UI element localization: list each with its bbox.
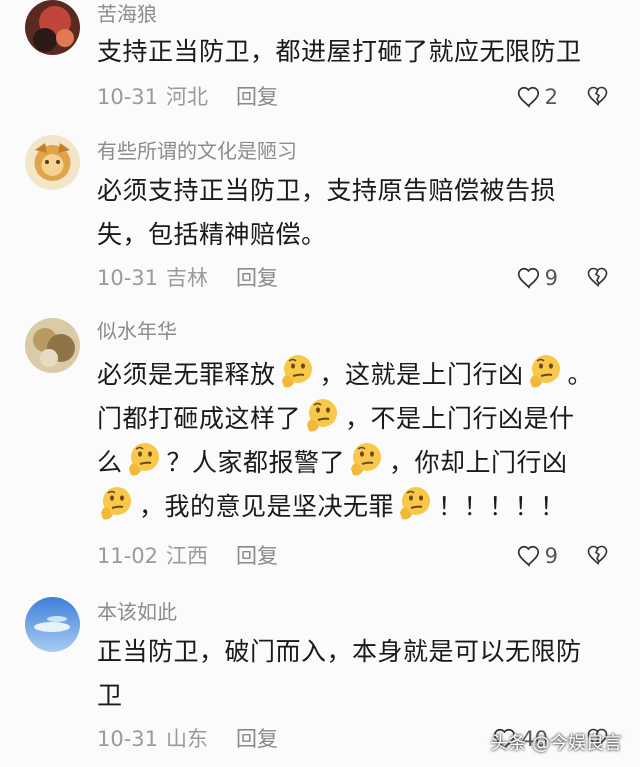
comment-segment: 么 bbox=[97, 448, 123, 477]
thinking-face-emoji-icon bbox=[400, 487, 431, 520]
username[interactable]: 本该如此 bbox=[97, 600, 177, 624]
user-avatar[interactable] bbox=[25, 135, 80, 190]
comment-meta: 10-31 吉林 回复 bbox=[97, 265, 278, 291]
thinking-face-emoji-icon bbox=[351, 443, 382, 476]
comment-location: 吉林 bbox=[166, 266, 209, 290]
comment-segment: 门都打砸成这样了 bbox=[97, 404, 302, 433]
comment-date: 10-31 bbox=[97, 266, 159, 290]
thinking-face-emoji-icon bbox=[307, 399, 338, 432]
username[interactable]: 似水年华 bbox=[97, 319, 177, 343]
username[interactable]: 有些所谓的文化是陋习 bbox=[97, 139, 297, 163]
comment-line: 门都打砸成这样了 ，不是上门行凶是什 bbox=[97, 395, 617, 439]
comment-location: 江西 bbox=[166, 544, 209, 568]
reply-button[interactable]: 回复 bbox=[236, 85, 278, 109]
comment-segment: ！！！！！ bbox=[438, 492, 566, 521]
comment-line: 必须是无罪释放 ，这就是上门行凶 。 bbox=[97, 351, 617, 395]
user-avatar[interactable] bbox=[25, 318, 80, 373]
comment-text: 正当防卫，破门而入，本身就是可以无限防 卫 bbox=[97, 630, 617, 718]
comment-date: 10-31 bbox=[97, 85, 159, 109]
thinking-face-emoji-icon bbox=[128, 443, 159, 476]
thinking-face-emoji-icon bbox=[281, 355, 312, 388]
comment-segment: ，这就是上门行凶 bbox=[319, 360, 524, 389]
dislike-button[interactable] bbox=[586, 265, 610, 293]
comment-line: ，我的意见是坚决无罪 ！！！！！ bbox=[97, 483, 617, 527]
comment-date: 11-02 bbox=[97, 544, 159, 568]
dislike-button[interactable] bbox=[586, 84, 610, 112]
like-count: 9 bbox=[544, 544, 558, 568]
comment-meta: 10-31 河北 回复 bbox=[97, 84, 278, 110]
like-button[interactable]: 9 bbox=[516, 543, 558, 569]
comment-segment: 。 bbox=[567, 360, 594, 389]
reply-button[interactable]: 回复 bbox=[236, 266, 278, 290]
comment-segment: 必须是无罪释放 bbox=[97, 360, 276, 389]
comment-meta: 11-02 江西 回复 bbox=[97, 543, 278, 569]
comment-item: 似水年华 必须是无罪释放 ，这就是上门行凶 。 门都打砸成这样了 ，不是上门行凶是什 … bbox=[0, 315, 640, 580]
reply-button[interactable]: 回复 bbox=[236, 727, 278, 751]
like-button[interactable]: 9 bbox=[516, 265, 558, 291]
heart-outline-icon bbox=[517, 86, 539, 108]
broken-heart-icon bbox=[587, 267, 608, 288]
heart-outline-icon bbox=[517, 545, 539, 567]
broken-heart-icon bbox=[587, 545, 608, 566]
thinking-face-emoji-icon bbox=[101, 487, 131, 520]
user-avatar[interactable] bbox=[25, 597, 80, 652]
comment-location: 山东 bbox=[166, 727, 209, 751]
comment-location: 河北 bbox=[166, 85, 209, 109]
comment-segment: ，我的意见是坚决无罪 bbox=[139, 492, 395, 521]
like-count: 9 bbox=[544, 266, 558, 290]
comment-line: 卫 bbox=[97, 681, 123, 710]
comment-text: 必须支持正当防卫，支持原告赔偿被告损 失，包括精神赔偿。 bbox=[97, 169, 617, 257]
watermark: 头条 @今娱良言 bbox=[490, 733, 622, 754]
comment-item: 有些所谓的文化是陋习 必须支持正当防卫，支持原告赔偿被告损 失，包括精神赔偿。 … bbox=[0, 135, 640, 305]
comment-text: 必须是无罪释放 ，这就是上门行凶 。 门都打砸成这样了 ，不是上门行凶是什 么 ？人家都… bbox=[97, 351, 617, 527]
dislike-button[interactable] bbox=[586, 543, 610, 571]
broken-heart-icon bbox=[587, 86, 608, 107]
like-button[interactable]: 2 bbox=[516, 84, 558, 110]
comment-segment: ，不是上门行凶是什 bbox=[345, 404, 575, 433]
username[interactable]: 苦海狼 bbox=[97, 2, 157, 26]
thinking-face-emoji-icon bbox=[529, 355, 560, 388]
heart-outline-icon bbox=[517, 267, 539, 289]
reply-button[interactable]: 回复 bbox=[236, 544, 278, 568]
user-avatar[interactable] bbox=[25, 0, 80, 55]
comment-date: 10-31 bbox=[97, 727, 159, 751]
comment-line: 么 ？人家都报警了 ，你却上门行凶 bbox=[97, 439, 617, 483]
like-count: 2 bbox=[544, 85, 558, 109]
comment-meta: 10-31 山东 回复 bbox=[97, 726, 278, 752]
comment-line: 必须支持正当防卫，支持原告赔偿被告损 bbox=[97, 176, 557, 205]
comment-segment: ，你却上门行凶 bbox=[389, 448, 568, 477]
comment-line: 失，包括精神赔偿。 bbox=[97, 220, 327, 249]
comment-item: 苦海狼 支持正当防卫，都进屋打砸了就应无限防卫 10-31 河北 回复 2 bbox=[0, 0, 640, 130]
comment-line: 支持正当防卫，都进屋打砸了就应无限防卫 bbox=[97, 37, 582, 66]
comment-text: 支持正当防卫，都进屋打砸了就应无限防卫 bbox=[97, 30, 617, 74]
comment-segment: ？人家都报警了 bbox=[166, 448, 346, 477]
comment-line: 正当防卫，破门而入，本身就是可以无限防 bbox=[97, 637, 582, 666]
